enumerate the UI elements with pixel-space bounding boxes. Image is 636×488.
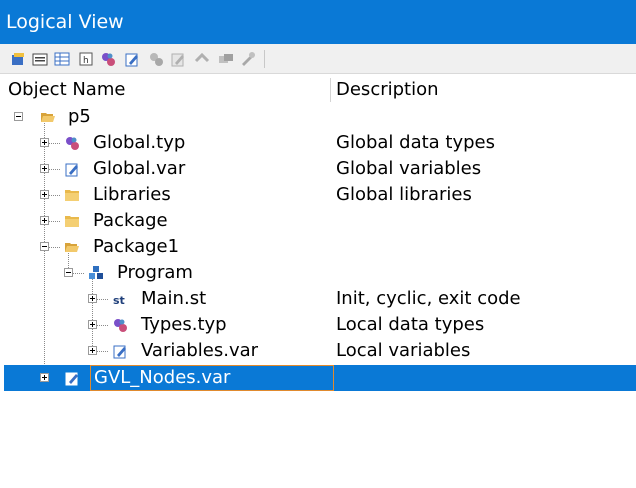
svg-text:h: h xyxy=(83,56,89,66)
variable-icon xyxy=(112,343,128,359)
collapse-toggle[interactable] xyxy=(40,242,49,251)
object-tree: p5 Global.typ Global data types Global.v… xyxy=(0,104,636,488)
tree-item-p5[interactable]: p5 xyxy=(0,104,636,130)
open-folder-icon xyxy=(64,239,80,255)
tree-item-package[interactable]: Package xyxy=(0,208,636,234)
tree-item-global-typ[interactable]: Global.typ Global data types xyxy=(0,130,636,156)
tree-item-label: Global.typ xyxy=(93,132,186,153)
open-folder-icon xyxy=(40,109,56,125)
expand-toggle[interactable] xyxy=(40,190,49,199)
tree-item-label: p5 xyxy=(68,106,91,127)
tree-item-description: Init, cyclic, exit code xyxy=(336,288,521,309)
variable-icon xyxy=(64,161,80,177)
folder-icon xyxy=(64,213,80,229)
disabled-type-icon[interactable] xyxy=(148,51,164,67)
tree-item-label: GVL_Nodes.var xyxy=(94,367,231,388)
program-icon xyxy=(88,265,104,281)
tree-item-gvl-nodes-var[interactable]: GVL_Nodes.var xyxy=(4,365,636,391)
collapse-toggle[interactable] xyxy=(64,268,73,277)
tree-item-label: Libraries xyxy=(93,184,171,205)
tree-item-label: Global.var xyxy=(93,158,186,179)
folder-icon xyxy=(64,187,80,203)
disabled-link-icon[interactable] xyxy=(194,51,210,67)
properties-icon[interactable] xyxy=(32,51,48,67)
tree-item-label: Variables.var xyxy=(141,340,259,361)
disabled-transfer-icon[interactable] xyxy=(218,51,234,67)
tree-item-global-var[interactable]: Global.var Global variables xyxy=(0,156,636,182)
structured-text-icon: st xyxy=(112,291,128,307)
data-type-icon xyxy=(112,317,128,333)
variable-icon xyxy=(64,370,80,386)
toolbar: h xyxy=(0,44,636,74)
tree-item-description: Global variables xyxy=(336,158,482,179)
disabled-edit-icon[interactable] xyxy=(170,51,186,67)
toolbar-separator xyxy=(264,50,265,68)
tree-item-label: Main.st xyxy=(141,288,207,309)
expand-toggle[interactable] xyxy=(40,373,49,382)
tree-item-label: Program xyxy=(117,262,193,283)
tree-item-package1[interactable]: Package1 xyxy=(0,234,636,260)
tree-item-program[interactable]: Program xyxy=(0,260,636,286)
expand-toggle[interactable] xyxy=(40,216,49,225)
svg-text:st: st xyxy=(113,294,125,307)
tree-item-variables-var[interactable]: Variables.var Local variables xyxy=(0,338,636,364)
table-icon[interactable] xyxy=(54,51,70,67)
expand-toggle[interactable] xyxy=(88,346,97,355)
tree-item-main-st[interactable]: st Main.st Init, cyclic, exit code xyxy=(0,286,636,312)
tree-item-types-typ[interactable]: Types.typ Local data types xyxy=(0,312,636,338)
tree-item-description: Local data types xyxy=(336,314,485,335)
column-object-name[interactable]: Object Name xyxy=(8,76,125,104)
expand-toggle[interactable] xyxy=(88,320,97,329)
expand-toggle[interactable] xyxy=(40,164,49,173)
variable-icon[interactable] xyxy=(124,51,140,67)
expand-toggle[interactable] xyxy=(88,294,97,303)
column-description[interactable]: Description xyxy=(336,76,439,104)
tree-item-description: Local variables xyxy=(336,340,471,361)
help-icon[interactable]: h xyxy=(78,51,94,67)
column-divider[interactable] xyxy=(330,78,331,102)
expand-toggle[interactable] xyxy=(40,138,49,147)
tree-item-description: Global libraries xyxy=(336,184,472,205)
tree-item-libraries[interactable]: Libraries Global libraries xyxy=(0,182,636,208)
tree-item-label: Package xyxy=(93,210,168,231)
tree-item-description: Global data types xyxy=(336,132,495,153)
tree-item-label: Package1 xyxy=(93,236,180,257)
tree-item-label: Types.typ xyxy=(141,314,227,335)
window-title: Logical View xyxy=(0,0,636,44)
new-object-icon[interactable] xyxy=(10,51,26,67)
collapse-toggle[interactable] xyxy=(14,112,23,121)
data-type-icon[interactable] xyxy=(100,51,116,67)
disabled-tool-icon[interactable] xyxy=(240,51,256,67)
column-header: Object Name Description xyxy=(0,76,636,104)
data-type-icon xyxy=(64,135,80,151)
